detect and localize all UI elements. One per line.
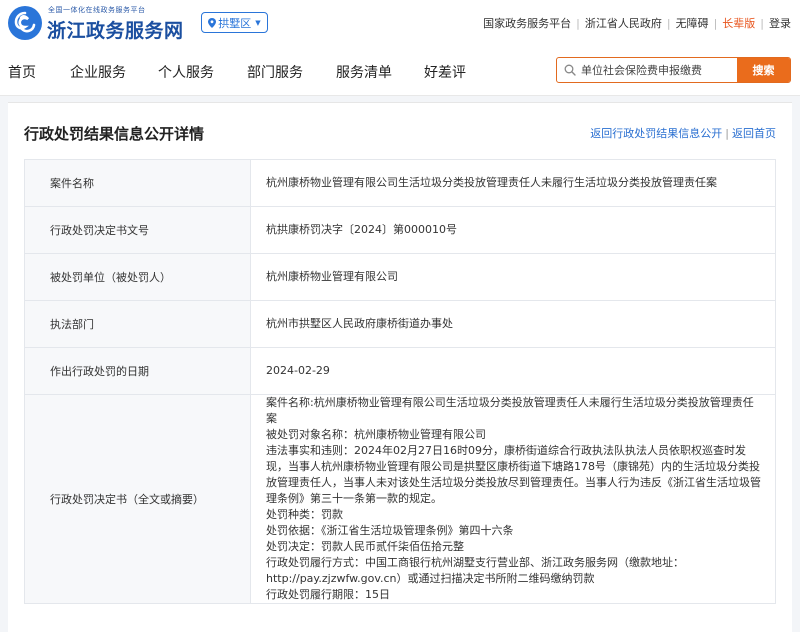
- text-line: 行政处罚履行方式：中国工商银行杭州湖墅支行营业部、浙江政务服务网（缴款地址：ht…: [266, 556, 684, 585]
- table-row: 案件名称 杭州康桥物业管理有限公司生活垃圾分类投放管理责任人未履行生活垃圾分类投…: [24, 159, 776, 207]
- field-value: 2024-02-29: [250, 347, 776, 395]
- nav-feedback[interactable]: 好差评: [424, 62, 466, 82]
- text-line: 行政处罚履行期限：15日: [266, 588, 390, 601]
- penalty-decision-text: 案件名称:杭州康桥物业管理有限公司生活垃圾分类投放管理责任人未履行生活垃圾分类投…: [250, 394, 776, 604]
- link-provincial-government[interactable]: 浙江省人民政府: [585, 15, 662, 31]
- link-national-platform[interactable]: 国家政务服务平台: [483, 15, 571, 31]
- text-line: 处罚依据：《浙江省生活垃圾管理条例》第四十六条: [266, 524, 514, 537]
- logo-subtitle: 全国一体化在线政务服务平台: [48, 6, 146, 14]
- back-to-list-link[interactable]: 返回行政处罚结果信息公开: [590, 127, 722, 140]
- field-value: 杭拱康桥罚决字〔2024〕第000010号: [250, 206, 776, 254]
- table-row: 执法部门 杭州市拱墅区人民政府康桥街道办事处: [24, 300, 776, 348]
- field-label: 行政处罚决定书（全文或摘要）: [24, 394, 251, 604]
- divider: |: [725, 127, 729, 140]
- field-label: 执法部门: [24, 300, 251, 348]
- nav-home[interactable]: 首页: [8, 62, 36, 82]
- field-label: 被处罚单位（被处罚人）: [24, 253, 251, 301]
- table-row: 行政处罚决定书（全文或摘要） 案件名称:杭州康桥物业管理有限公司生活垃圾分类投放…: [24, 394, 776, 604]
- field-value: 杭州康桥物业管理有限公司生活垃圾分类投放管理责任人未履行生活垃圾分类投放管理责任…: [250, 159, 776, 207]
- field-label: 行政处罚决定书文号: [24, 206, 251, 254]
- table-row: 被处罚单位（被处罚人） 杭州康桥物业管理有限公司: [24, 253, 776, 301]
- divider: |: [666, 16, 671, 30]
- search-icon: [564, 64, 576, 76]
- search-box: 搜索: [556, 57, 791, 83]
- text-line: 处罚种类：罚款: [266, 508, 343, 521]
- text-line: 处罚决定：罚款人民币贰仟柒佰伍拾元整: [266, 540, 464, 553]
- caret-down-icon: ▼: [255, 18, 261, 27]
- page-title: 行政处罚结果信息公开详情: [24, 125, 205, 143]
- link-accessibility[interactable]: 无障碍: [676, 15, 709, 31]
- nav-department-services[interactable]: 部门服务: [247, 62, 303, 82]
- table-row: 作出行政处罚的日期 2024-02-29: [24, 347, 776, 395]
- nav-service-list[interactable]: 服务清单: [336, 62, 392, 82]
- region-label: 拱墅区: [218, 16, 252, 30]
- search-button[interactable]: 搜索: [737, 58, 790, 82]
- field-label: 案件名称: [24, 159, 251, 207]
- text-line: 违法事实和违则：2024年02月27日16时09分，康桥街道综合行政执法队执法人…: [266, 444, 761, 505]
- field-label: 作出行政处罚的日期: [24, 347, 251, 395]
- nav-personal-services[interactable]: 个人服务: [158, 62, 214, 82]
- top-links: 国家政务服务平台 | 浙江省人民政府 | 无障碍 | 长辈版 | 登录: [483, 15, 791, 31]
- penalty-detail-table: 案件名称 杭州康桥物业管理有限公司生活垃圾分类投放管理责任人未履行生活垃圾分类投…: [24, 159, 776, 604]
- site-logo-icon[interactable]: [8, 6, 42, 40]
- link-login[interactable]: 登录: [769, 15, 791, 31]
- site-header: 全国一体化在线政务服务平台 浙江政务服务网 拱墅区 ▼ 国家政务服务平台 | 浙…: [0, 0, 800, 48]
- divider: |: [760, 16, 764, 30]
- breadcrumb: 返回行政处罚结果信息公开 | 返回首页: [590, 125, 776, 141]
- text-line: 被处罚对象名称：杭州康桥物业管理有限公司: [266, 428, 486, 441]
- logo-title[interactable]: 浙江政务服务网: [47, 16, 184, 43]
- back-to-home-link[interactable]: 返回首页: [732, 127, 776, 140]
- detail-card: 行政处罚结果信息公开详情 返回行政处罚结果信息公开 | 返回首页 案件名称 杭州康桥…: [8, 102, 792, 632]
- region-selector[interactable]: 拱墅区 ▼: [201, 12, 268, 33]
- text-line: 案件名称:杭州康桥物业管理有限公司生活垃圾分类投放管理责任人未履行生活垃圾分类投…: [266, 396, 754, 425]
- link-elder-mode[interactable]: 长辈版: [722, 15, 755, 31]
- field-value: 杭州市拱墅区人民政府康桥街道办事处: [250, 300, 776, 348]
- divider: |: [713, 16, 718, 30]
- nav-enterprise-services[interactable]: 企业服务: [70, 62, 126, 82]
- location-pin-icon: [208, 17, 217, 28]
- field-value: 杭州康桥物业管理有限公司: [250, 253, 776, 301]
- table-row: 行政处罚决定书文号 杭拱康桥罚决字〔2024〕第000010号: [24, 206, 776, 254]
- search-input[interactable]: [581, 58, 736, 82]
- divider: |: [576, 16, 580, 30]
